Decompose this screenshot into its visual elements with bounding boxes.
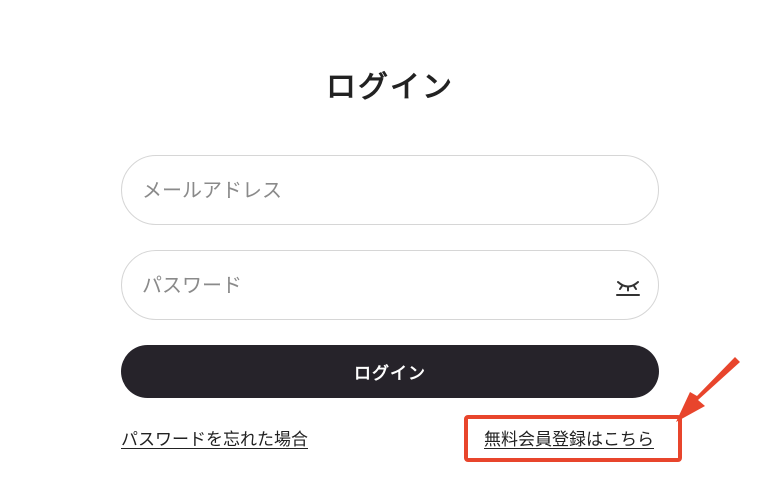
login-button[interactable]: ログイン xyxy=(121,345,659,398)
password-field-container[interactable] xyxy=(121,250,659,320)
email-field-container[interactable] xyxy=(121,155,659,225)
login-page: ログイン ログイン パスワードを忘れた場合 無料会員登録はこちら xyxy=(0,0,768,486)
page-title: ログイン xyxy=(326,70,454,105)
forgot-password-link[interactable]: パスワードを忘れた場合 xyxy=(121,425,308,450)
password-field[interactable] xyxy=(142,251,602,319)
highlight-box xyxy=(464,415,682,462)
email-field[interactable] xyxy=(142,156,602,224)
eye-closed-icon[interactable] xyxy=(614,273,642,301)
